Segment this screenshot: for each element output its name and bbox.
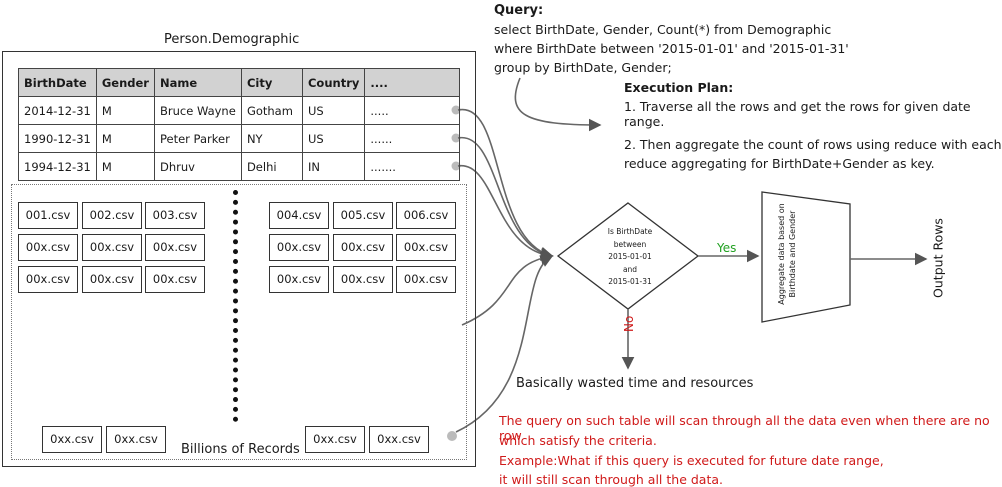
table-row: 1990-12-31 M Peter Parker NY US ...... bbox=[18, 124, 460, 153]
query-line: select BirthDate, Gender, Count(*) from … bbox=[494, 22, 832, 37]
query-arrow bbox=[514, 77, 602, 132]
csv-file-box: 006.csv bbox=[396, 202, 456, 229]
csv-file-box: 00x.csv bbox=[18, 266, 78, 293]
table-cell: ..... bbox=[364, 96, 460, 125]
csv-file-box: 0xx.csv bbox=[42, 426, 102, 453]
table-cell: M bbox=[95, 124, 155, 153]
csv-file-box: 0xx.csv bbox=[106, 426, 166, 453]
column-header: BirthDate bbox=[18, 68, 97, 97]
decision-line: 2015-01-01 bbox=[608, 252, 652, 261]
note-line: it will still scan through all the data. bbox=[499, 472, 723, 487]
table-cell: M bbox=[95, 96, 155, 125]
column-header: Country bbox=[301, 68, 366, 97]
no-label: No bbox=[622, 315, 636, 332]
csv-file-box: 00x.csv bbox=[82, 234, 142, 261]
csv-file-box: 002.csv bbox=[82, 202, 142, 229]
table-cell: Gotham bbox=[240, 96, 303, 125]
output-rows-label: Output Rows bbox=[930, 218, 946, 298]
query-title: Query: bbox=[494, 3, 544, 18]
table-cell: US bbox=[301, 96, 366, 125]
table-cell: 1994-12-31 bbox=[18, 152, 97, 181]
csv-file-box: 003.csv bbox=[145, 202, 205, 229]
demographic-table: BirthDate Gender Name City Country .... … bbox=[18, 68, 460, 181]
csv-file-box: 00x.csv bbox=[396, 234, 456, 261]
csv-file-box: 00x.csv bbox=[269, 266, 329, 293]
table-header-row: BirthDate Gender Name City Country .... bbox=[18, 68, 460, 97]
csv-file-box: 00x.csv bbox=[18, 234, 78, 261]
csv-file-box: 0xx.csv bbox=[305, 426, 365, 453]
csv-file-box: 00x.csv bbox=[333, 234, 393, 261]
column-header: .... bbox=[364, 68, 460, 97]
table-cell: NY bbox=[240, 124, 303, 153]
table-title: Person.Demographic bbox=[164, 32, 300, 47]
table-cell: ....... bbox=[364, 152, 460, 181]
csv-file-box: 00x.csv bbox=[82, 266, 142, 293]
decision-text: Is BirthDate between 2015-01-01 and 2015… bbox=[581, 226, 679, 289]
aggregate-line: Aggregate data based on bbox=[777, 203, 786, 305]
note-line: Example:What if this query is executed f… bbox=[499, 453, 884, 468]
column-header: City bbox=[240, 68, 303, 97]
table-cell: 2014-12-31 bbox=[18, 96, 97, 125]
column-header: Name bbox=[153, 68, 242, 97]
csv-file-box: 005.csv bbox=[333, 202, 393, 229]
aggregate-line: Birthdate and Gender bbox=[788, 210, 797, 298]
partition-divider bbox=[233, 190, 238, 422]
csv-file-box: 004.csv bbox=[269, 202, 329, 229]
table-row: 1994-12-31 M Dhruv Delhi IN ....... bbox=[18, 152, 460, 181]
table-cell: 1990-12-31 bbox=[18, 124, 97, 153]
query-line: group by BirthDate, Gender; bbox=[494, 60, 672, 75]
table-row: 2014-12-31 M Bruce Wayne Gotham US ..... bbox=[18, 96, 460, 125]
decision-line: and bbox=[622, 264, 638, 274]
csv-file-box: 00x.csv bbox=[145, 266, 205, 293]
csv-file-box: 0xx.csv bbox=[369, 426, 429, 453]
table-cell: US bbox=[301, 124, 366, 153]
plan-line: reduce aggregating for BirthDate+Gender … bbox=[624, 156, 935, 171]
plan-line: 1. Traverse all the rows and get the row… bbox=[624, 99, 971, 129]
table-cell: Delhi bbox=[240, 152, 303, 181]
yes-label: Yes bbox=[717, 241, 737, 255]
csv-file-box: 00x.csv bbox=[333, 266, 393, 293]
table-cell: Dhruv bbox=[153, 152, 242, 181]
decision-line: Is BirthDate bbox=[607, 227, 653, 236]
table-cell: ...... bbox=[364, 124, 460, 153]
csv-file-box: 001.csv bbox=[18, 202, 78, 229]
table-cell: Peter Parker bbox=[153, 124, 242, 153]
table-cell: Bruce Wayne bbox=[153, 96, 242, 125]
execution-plan-title: Execution Plan: bbox=[624, 80, 734, 95]
aggregate-text: Aggregate data based on Birthdate and Ge… bbox=[776, 194, 798, 314]
decision-line: between bbox=[613, 239, 647, 249]
decision-line: 2015-01-31 bbox=[608, 277, 652, 286]
table-cell: M bbox=[95, 152, 155, 181]
csv-file-box: 00x.csv bbox=[269, 234, 329, 261]
csv-file-box: 00x.csv bbox=[145, 234, 205, 261]
table-cell: IN bbox=[301, 152, 366, 181]
billions-caption: Billions of Records bbox=[181, 442, 300, 457]
csv-file-box: 00x.csv bbox=[396, 266, 456, 293]
plan-line: 2. Then aggregate the count of rows usin… bbox=[624, 137, 1002, 152]
note-line: which satisfy the criteria. bbox=[499, 433, 657, 448]
column-header: Gender bbox=[95, 68, 155, 97]
wasted-label: Basically wasted time and resources bbox=[516, 376, 754, 391]
query-line: where BirthDate between '2015-01-01' and… bbox=[494, 41, 849, 56]
